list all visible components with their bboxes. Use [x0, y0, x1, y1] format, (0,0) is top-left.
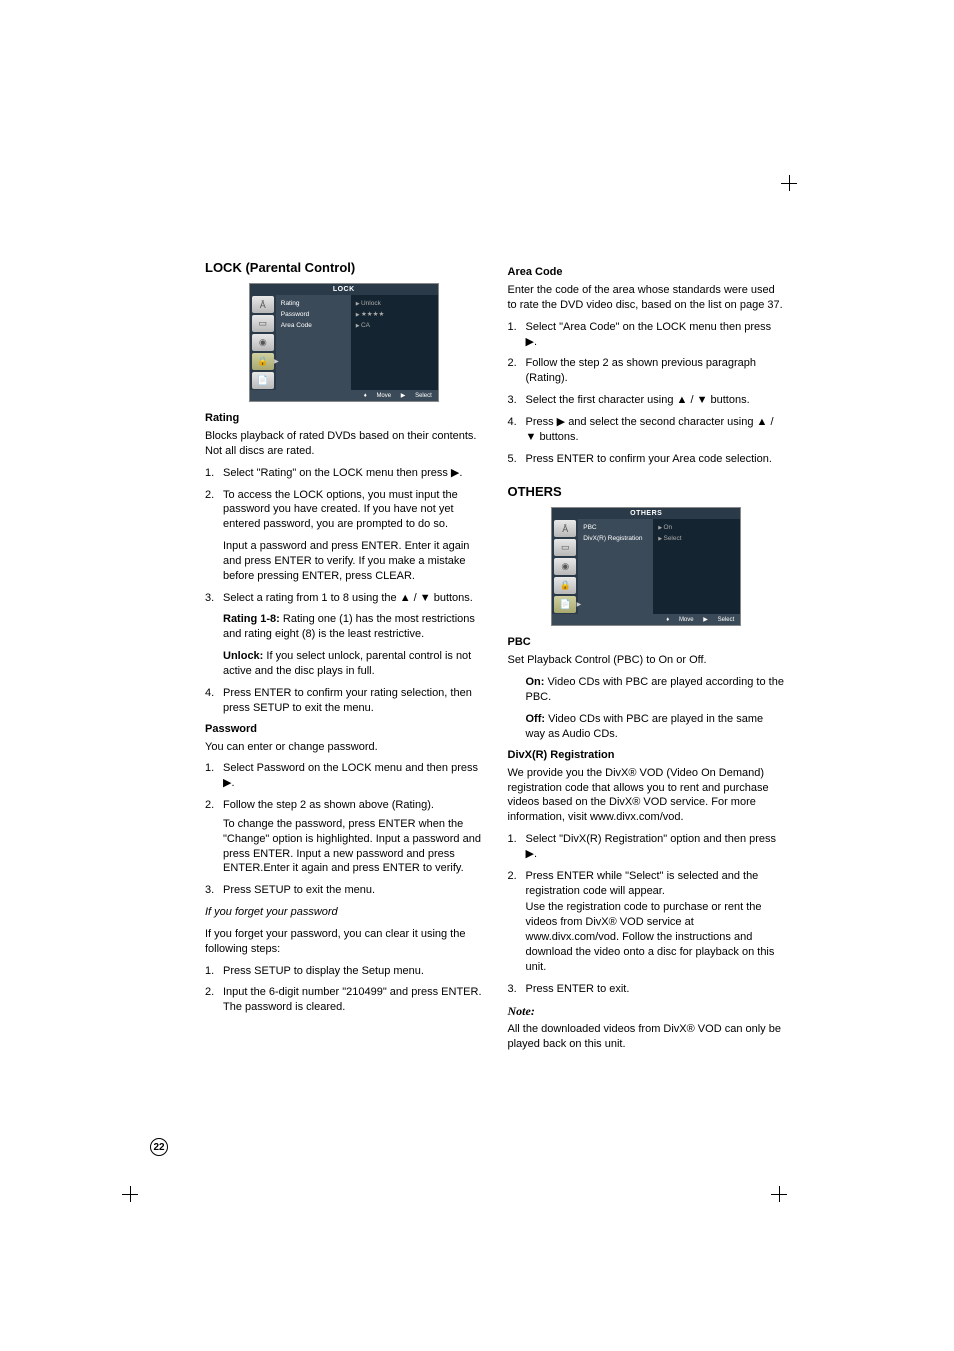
language-icon: Å	[252, 296, 274, 313]
menu-row-value: On	[658, 522, 735, 533]
menu-row-value: Select	[658, 533, 735, 544]
menu-footer: ♦ Move ▶ Select	[250, 390, 438, 401]
lock-menu-screenshot: LOCK Å ▭ ◉ 🔒 📄 Rating Password Area Code…	[249, 283, 439, 402]
page-number: 22	[150, 1138, 168, 1156]
pbc-intro: Set Playback Control (PBC) to On or Off.	[508, 653, 786, 668]
footer-move: Move	[679, 617, 694, 623]
rating-heading: Rating	[205, 412, 483, 424]
footer-select: Select	[718, 617, 735, 623]
list-item: 3.Select the first character using ▲ / ▼…	[508, 393, 786, 408]
list-item: 4.Press ENTER to confirm your rating sel…	[205, 686, 483, 716]
list-item: 1.Select "Rating" on the LOCK menu then …	[205, 466, 483, 481]
others-icon: 📄	[252, 372, 274, 389]
menu-icon-strip: Å ▭ ◉ 🔒 📄	[552, 519, 578, 614]
rating-intro: Blocks playback of rated DVDs based on t…	[205, 429, 483, 459]
lock-icon: 🔒	[554, 577, 576, 594]
list-item: 2.Press ENTER while "Select" is selected…	[508, 869, 786, 975]
area-code-heading: Area Code	[508, 266, 786, 278]
forgot-heading: If you forget your password	[205, 905, 483, 920]
pbc-off: Off: Video CDs with PBC are played in th…	[508, 712, 786, 742]
menu-row-label: PBC	[583, 522, 648, 533]
rating-unlock: Unlock: If you select unlock, parental c…	[205, 649, 483, 679]
forgot-steps: 1.Press SETUP to display the Setup menu.…	[205, 964, 483, 1016]
others-heading: OTHERS	[508, 484, 786, 499]
password-steps: 1.Select Password on the LOCK menu and t…	[205, 761, 483, 898]
audio-icon: ◉	[554, 558, 576, 575]
list-item: 2.Input the 6-digit number "210499" and …	[205, 985, 483, 1015]
area-code-steps: 1.Select "Area Code" on the LOCK menu th…	[508, 320, 786, 467]
divx-intro: We provide you the DivX® VOD (Video On D…	[508, 766, 786, 825]
divx-registration-detail: Use the registration code to purchase or…	[526, 900, 786, 974]
menu-row-value: CA	[356, 320, 433, 331]
password-change-detail: To change the password, press ENTER when…	[223, 817, 483, 876]
footer-move: Move	[376, 393, 391, 399]
menu-row-label: Password	[281, 309, 346, 320]
pbc-on: On: Video CDs with PBC are played accord…	[508, 675, 786, 705]
list-item: 3.Select a rating from 1 to 8 using the …	[205, 591, 483, 606]
rating-steps-end: 4.Press ENTER to confirm your rating sel…	[205, 686, 483, 716]
area-code-intro: Enter the code of the area whose standar…	[508, 283, 786, 313]
note-heading: Note:	[508, 1003, 786, 1019]
rating-step2b: Input a password and press ENTER. Enter …	[205, 539, 483, 584]
crop-mark	[779, 175, 799, 195]
display-icon: ▭	[554, 539, 576, 556]
pbc-heading: PBC	[508, 636, 786, 648]
others-menu-screenshot: OTHERS Å ▭ ◉ 🔒 📄 PBC DivX(R) Registratio…	[551, 507, 741, 626]
forgot-intro: If you forget your password, you can cle…	[205, 927, 483, 957]
menu-row-label: Rating	[281, 298, 346, 309]
menu-footer: ♦ Move ▶ Select	[552, 614, 740, 625]
crop-mark	[779, 1186, 799, 1206]
list-item: 1.Select "DivX(R) Registration" option a…	[508, 832, 786, 862]
list-item: 2.Follow the step 2 as shown previous pa…	[508, 356, 786, 386]
list-item: 1.Press SETUP to display the Setup menu.	[205, 964, 483, 979]
menu-row-value: ★★★★	[356, 309, 433, 320]
menu-title: LOCK	[250, 284, 438, 295]
list-item: 1.Select Password on the LOCK menu and t…	[205, 761, 483, 791]
page-content: LOCK (Parental Control) LOCK Å ▭ ◉ 🔒 📄 R…	[205, 260, 785, 1058]
right-column: Area Code Enter the code of the area who…	[508, 260, 786, 1058]
password-heading: Password	[205, 723, 483, 735]
lock-icon: 🔒	[252, 353, 274, 370]
divx-steps: 1.Select "DivX(R) Registration" option a…	[508, 832, 786, 996]
lock-heading: LOCK (Parental Control)	[205, 260, 483, 275]
menu-row-value: Unlock	[356, 298, 433, 309]
menu-row-label: Area Code	[281, 320, 346, 331]
list-item: 3.Press SETUP to exit the menu.	[205, 883, 483, 898]
rating-steps: 1.Select "Rating" on the LOCK menu then …	[205, 466, 483, 532]
others-icon: 📄	[554, 596, 576, 613]
audio-icon: ◉	[252, 334, 274, 351]
list-item: 3.Press ENTER to exit.	[508, 982, 786, 997]
list-item: 2.Follow the step 2 as shown above (Rati…	[205, 798, 483, 876]
password-intro: You can enter or change password.	[205, 740, 483, 755]
list-item: 1.Select "Area Code" on the LOCK menu th…	[508, 320, 786, 350]
footer-select: Select	[415, 393, 432, 399]
rating-steps-cont: 3.Select a rating from 1 to 8 using the …	[205, 591, 483, 606]
list-item: 4.Press ▶ and select the second characte…	[508, 415, 786, 445]
menu-icon-strip: Å ▭ ◉ 🔒 📄	[250, 295, 276, 390]
list-item: 5.Press ENTER to confirm your Area code …	[508, 452, 786, 467]
display-icon: ▭	[252, 315, 274, 332]
menu-title: OTHERS	[552, 508, 740, 519]
list-item: 2.To access the LOCK options, you must i…	[205, 488, 483, 533]
language-icon: Å	[554, 520, 576, 537]
rating-1-8: Rating 1-8: Rating one (1) has the most …	[205, 612, 483, 642]
left-column: LOCK (Parental Control) LOCK Å ▭ ◉ 🔒 📄 R…	[205, 260, 483, 1058]
divx-heading: DivX(R) Registration	[508, 749, 786, 761]
note-text: All the downloaded videos from DivX® VOD…	[508, 1022, 786, 1052]
menu-row-label: DivX(R) Registration	[583, 533, 648, 544]
crop-mark	[120, 1186, 140, 1206]
